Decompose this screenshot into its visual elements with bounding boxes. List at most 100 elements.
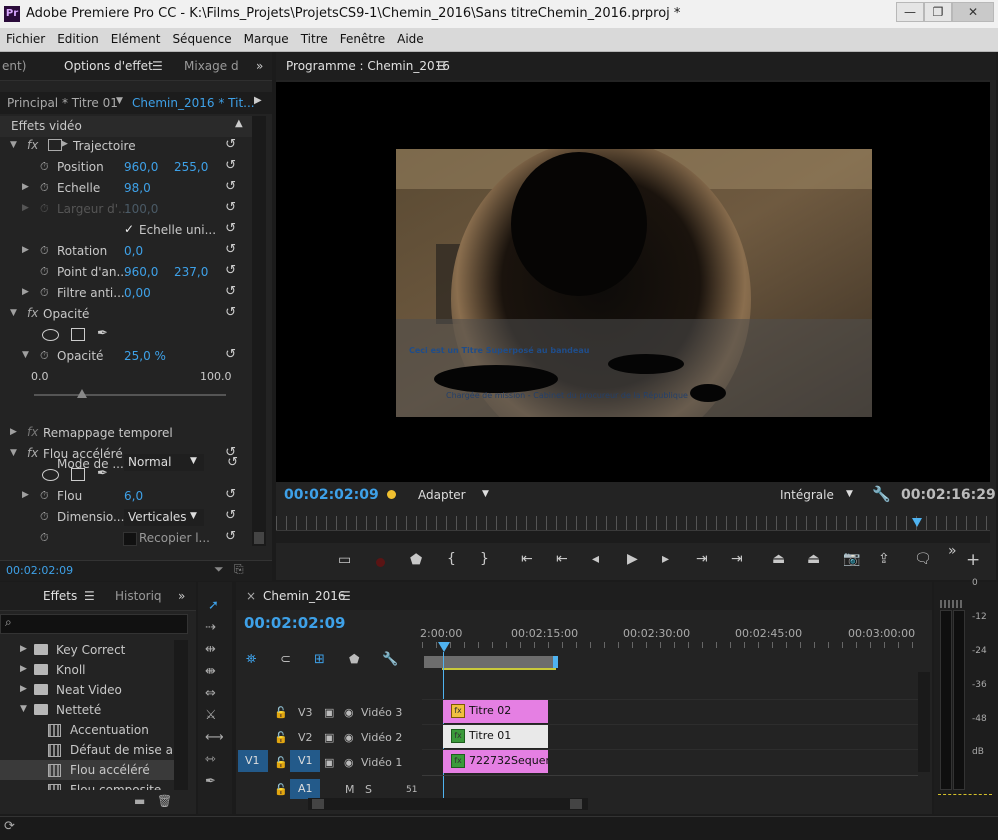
timeline-clip[interactable]: fx Titre 02	[443, 700, 548, 723]
menu-element[interactable]: Elément	[105, 28, 167, 51]
add-marker-icon[interactable]: ⬟	[410, 552, 422, 568]
snap-icon[interactable]: ⛯	[246, 652, 256, 667]
expand-triangle-icon[interactable]: ▶	[22, 245, 29, 255]
repeat-edge-checkbox[interactable]	[123, 532, 137, 546]
rolling-edit-tool-icon[interactable]: ⇼	[205, 664, 216, 679]
lock-icon[interactable]: 🔓	[274, 731, 288, 744]
filter-icon[interactable]: ⏷	[214, 562, 224, 577]
stopwatch-icon[interactable]: ⏱	[40, 349, 49, 363]
opacity-value[interactable]: 25,0 %	[124, 349, 166, 363]
timeline-horizontal-scrollbar[interactable]	[308, 798, 588, 810]
safe-margins-icon[interactable]: ▭	[338, 552, 351, 568]
reset-icon[interactable]: ↺	[225, 221, 236, 236]
timeline-timecode[interactable]: 00:02:02:09	[244, 614, 346, 632]
expand-triangle-icon[interactable]: ▼	[10, 448, 17, 458]
zoom-scrollbar[interactable]	[276, 531, 990, 543]
antiflicker-value[interactable]: 0,00	[124, 286, 151, 300]
lock-icon[interactable]: 🔓	[274, 706, 288, 719]
track-id-v3[interactable]: V3	[298, 706, 313, 719]
export-frame-icon[interactable]: ⎘	[234, 562, 244, 577]
reset-icon[interactable]: ↺	[225, 445, 236, 460]
timeline-ruler[interactable]: 2:00:00 00:02:15:00 00:02:30:00 00:02:45…	[420, 612, 918, 672]
expand-triangle-icon[interactable]: ▶	[20, 644, 27, 654]
scrollbar-thumb[interactable]	[254, 532, 264, 544]
new-bin-icon[interactable]: ▬	[134, 794, 145, 808]
comparison-view-icon[interactable]: 🗨	[914, 551, 932, 567]
solo-label[interactable]: S	[365, 783, 372, 796]
step-back-icon[interactable]: ◂	[592, 551, 599, 567]
pen-mask-icon[interactable]: ✒	[97, 466, 108, 481]
fx-badge-icon[interactable]: fx	[27, 306, 38, 320]
ellipse-mask-icon[interactable]	[42, 329, 59, 341]
fast-blur-effect-row[interactable]: ▼ fx Flou accéléré ↺	[0, 444, 250, 465]
collapse-up-icon[interactable]: ▲	[235, 118, 243, 129]
scrollbar-thumb-left[interactable]	[312, 799, 324, 809]
effect-controls-timecode[interactable]: 00:02:02:09	[6, 564, 73, 577]
menu-fenetre[interactable]: Fenêtre	[334, 28, 391, 51]
menu-sequence[interactable]: Séquence	[166, 28, 237, 51]
reset-icon[interactable]: ↺	[225, 137, 236, 152]
effects-tree-item[interactable]: Flou accéléré	[0, 760, 174, 780]
effects-search-input[interactable]: ⌕	[0, 614, 188, 634]
step-forward-icon[interactable]: ▸	[662, 551, 669, 567]
reset-icon[interactable]: ↺	[225, 284, 236, 299]
reset-icon[interactable]: ↺	[225, 508, 236, 523]
expand-triangle-icon[interactable]: ▶	[22, 287, 29, 297]
step-forward-edit-icon[interactable]: ⇥	[696, 551, 708, 567]
anchor-x-value[interactable]: 960,0	[124, 265, 158, 279]
insert-edit-icon[interactable]: ⇪	[878, 551, 890, 567]
menu-edition[interactable]: Edition	[51, 28, 105, 51]
video-viewport[interactable]: Ceci est un Titre Superposé au bandeau C…	[276, 82, 990, 482]
show-timeline-arrow-icon[interactable]: ▶	[254, 95, 262, 106]
nested-sequence-icon[interactable]: ⊞	[314, 652, 325, 667]
panel-menu-icon[interactable]: ☰	[340, 589, 351, 603]
opacity-slider-track[interactable]	[34, 389, 226, 398]
blurriness-value[interactable]: 6,0	[124, 489, 143, 503]
add-button-icon[interactable]: +	[966, 550, 980, 570]
menu-aide[interactable]: Aide	[391, 28, 430, 51]
pen-tool-icon[interactable]: ✒	[205, 774, 216, 789]
tab-effects[interactable]: Effets	[43, 589, 77, 603]
stopwatch-icon[interactable]: ⏱	[40, 510, 49, 524]
panel-menu-icon[interactable]: ☰	[84, 589, 95, 603]
expand-triangle-icon[interactable]: ▶	[20, 664, 27, 674]
track-id-v2[interactable]: V2	[298, 731, 313, 744]
effects-tree-item[interactable]: ▶ Knoll	[0, 660, 174, 680]
expand-triangle-icon[interactable]: ▼	[20, 704, 27, 714]
eye-icon[interactable]: ◉	[344, 731, 354, 744]
timeline-vertical-scrollbar[interactable]	[918, 672, 930, 772]
program-playhead[interactable]	[912, 518, 923, 527]
track-select-tool-icon[interactable]: ⇢	[205, 620, 216, 635]
expand-triangle-icon[interactable]: ▶	[22, 182, 29, 192]
opacity-effect-row[interactable]: ▼ fx Opacité ↺	[0, 304, 250, 325]
sync-lock-icon[interactable]: ▣	[324, 756, 334, 769]
sequence-clip-label[interactable]: Chemin_2016 * Tit...	[132, 96, 255, 110]
timeline-sequence-tab[interactable]: Chemin_2016	[263, 589, 346, 603]
sync-lock-icon[interactable]: ▣	[324, 731, 334, 744]
slide-tool-icon[interactable]: ⇿	[205, 752, 216, 767]
expand-triangle-icon[interactable]: ▼	[10, 308, 17, 318]
effects-tree-item[interactable]: ▼ Netteté	[0, 700, 174, 720]
close-tab-icon[interactable]: ×	[246, 589, 256, 603]
ripple-edit-tool-icon[interactable]: ⇹	[205, 642, 216, 657]
stopwatch-icon[interactable]: ⏱	[40, 160, 49, 174]
reset-icon[interactable]: ↺	[225, 263, 236, 278]
anchor-y-value[interactable]: 237,0	[174, 265, 208, 279]
timeline-clip[interactable]: fx Titre 01	[443, 725, 548, 748]
minimize-button[interactable]: —	[896, 2, 924, 22]
menu-titre[interactable]: Titre	[295, 28, 334, 51]
reset-icon[interactable]: ↺	[225, 200, 236, 215]
work-area-end-handle[interactable]	[553, 656, 558, 668]
panel-menu-icon[interactable]: ☰	[436, 59, 447, 73]
more-buttons-icon[interactable]: »	[948, 543, 957, 559]
rectangle-mask-icon[interactable]	[71, 328, 85, 341]
more-tabs-icon[interactable]: »	[178, 589, 185, 603]
stopwatch-icon[interactable]: ⏱	[40, 489, 49, 503]
program-playhead-timecode[interactable]: 00:02:02:09	[284, 487, 379, 503]
stopwatch-icon[interactable]: ⏱	[40, 265, 49, 279]
stopwatch-icon[interactable]: ⏱	[40, 286, 49, 300]
reset-icon[interactable]: ↺	[225, 242, 236, 257]
scrollbar-thumb-right[interactable]	[570, 799, 582, 809]
lock-icon[interactable]: 🔓	[274, 756, 288, 769]
effects-tree-item[interactable]: Flou composite	[0, 780, 174, 790]
